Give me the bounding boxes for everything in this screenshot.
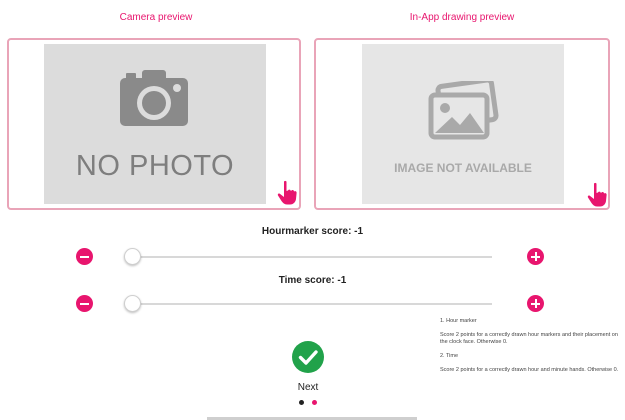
drawing-preview-panel[interactable]: IMAGE NOT AVAILABLE: [314, 38, 610, 210]
instruction-heading-1: 1. Hour marker: [440, 318, 477, 324]
image-not-available-placeholder: IMAGE NOT AVAILABLE: [362, 44, 564, 204]
time-decrease-button[interactable]: [76, 295, 93, 312]
time-increase-button[interactable]: [527, 295, 544, 312]
no-photo-placeholder: NO PHOTO: [44, 44, 266, 204]
time-slider-track[interactable]: [130, 303, 492, 305]
plus-circle-icon-vertical: [534, 299, 537, 308]
image-icon: [428, 81, 499, 140]
camera-icon: [120, 70, 188, 126]
instruction-heading-2: 2. Time: [440, 353, 459, 359]
page-dot-2-active[interactable]: [312, 400, 317, 405]
hourmarker-score-label: Hourmarker score: -1: [261, 226, 364, 237]
time-score-label: Time score: -1: [278, 275, 347, 286]
hourmarker-slider-track[interactable]: [130, 256, 492, 258]
hand-pointer-icon[interactable]: [587, 182, 607, 208]
hourmarker-slider-thumb[interactable]: [124, 248, 141, 265]
plus-circle-icon-vertical: [534, 252, 537, 261]
camera-preview-panel[interactable]: NO PHOTO: [7, 38, 301, 210]
hand-pointer-icon[interactable]: [277, 180, 297, 206]
hourmarker-increase-button[interactable]: [527, 248, 544, 265]
instruction-text-2: Score 2 points for a correctly drawn hou…: [440, 367, 619, 373]
minus-circle-icon: [80, 255, 89, 258]
minus-circle-icon: [80, 302, 89, 305]
scoring-instructions: 1. Hour marker Score 2 points for a corr…: [440, 318, 625, 381]
image-not-available-text: IMAGE NOT AVAILABLE: [394, 161, 532, 175]
camera-preview-caption: Camera preview: [119, 12, 193, 23]
hourmarker-decrease-button[interactable]: [76, 248, 93, 265]
check-icon: [298, 350, 318, 365]
page-dot-1[interactable]: [299, 400, 304, 405]
time-slider-thumb[interactable]: [124, 295, 141, 312]
next-label[interactable]: Next: [283, 382, 333, 393]
next-button[interactable]: [292, 341, 324, 373]
instruction-text-1: Score 2 points for a correctly drawn hou…: [440, 332, 618, 345]
no-photo-text: NO PHOTO: [75, 150, 235, 182]
drawing-preview-caption: In-App drawing preview: [409, 12, 515, 23]
